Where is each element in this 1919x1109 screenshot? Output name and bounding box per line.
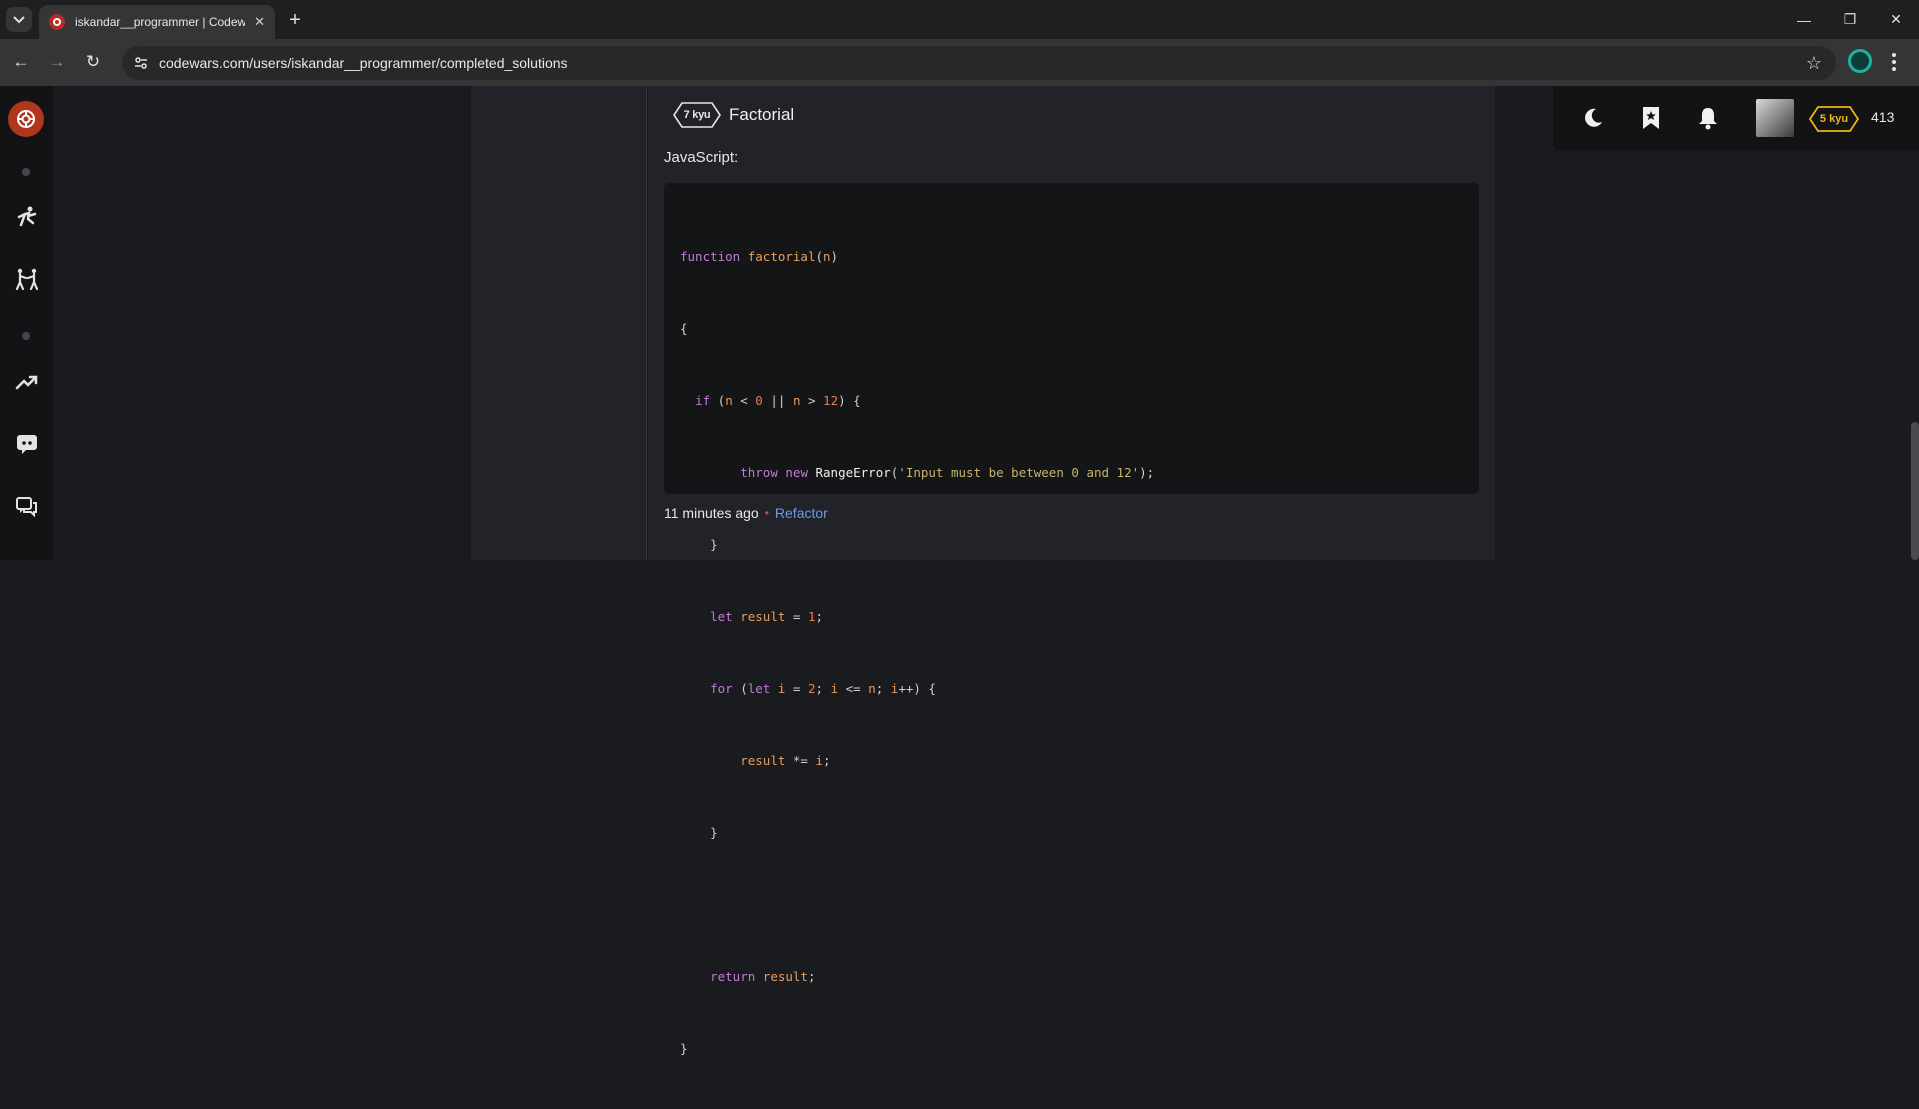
address-bar[interactable]: codewars.com/users/iskandar__programmer/… (122, 46, 1836, 80)
notifications-bell-icon[interactable] (1694, 104, 1722, 132)
code-block: function factorial(n) { if (n < 0 || n >… (664, 183, 1479, 1056)
page: 7 kyu Factorial JavaScript: function fac… (0, 86, 1919, 1056)
sidebar-separator-dot (22, 332, 30, 340)
tab-search-button[interactable] (6, 7, 32, 32)
bookmark-icon[interactable] (1637, 104, 1665, 132)
discussion-icon[interactable] (13, 493, 41, 521)
kyu-badge: 7 kyu (673, 102, 721, 128)
dojo-icon[interactable] (13, 265, 41, 293)
separator-dot: • (764, 506, 769, 520)
honor-points: 413 (1871, 109, 1895, 125)
tab-close-icon[interactable]: ✕ (254, 14, 265, 30)
solution-panel: 7 kyu Factorial JavaScript: function fac… (648, 86, 1495, 1056)
code-line: } (680, 1041, 688, 1056)
sidebar-separator-dot (22, 168, 30, 176)
practice-icon[interactable] (13, 203, 41, 231)
bookmark-star-icon[interactable]: ☆ (1806, 53, 1822, 74)
close-window-button[interactable]: ✕ (1873, 0, 1919, 39)
avatar[interactable] (1756, 99, 1794, 137)
code-line: throw new RangeError('Input must be betw… (740, 465, 1155, 480)
browser-toolbar: ← → ↻ codewars.com/users/iskandar__progr… (0, 39, 1919, 86)
site-info-icon[interactable] (131, 53, 151, 73)
codewars-sidebar (0, 86, 53, 560)
user-top-nav: 5 kyu 413 (1553, 86, 1919, 150)
code-line: let result = 1; (710, 609, 824, 624)
code-line: return result; (710, 969, 816, 984)
url-text: codewars.com/users/iskandar__programmer/… (159, 55, 568, 71)
refactor-link[interactable]: Refactor (775, 505, 828, 521)
kyu-label: 7 kyu (683, 109, 711, 121)
kata-title-link[interactable]: Factorial (729, 105, 794, 125)
user-rank-label: 5 kyu (1819, 113, 1849, 125)
left-pane (53, 86, 471, 560)
user-rank-badge: 5 kyu (1809, 106, 1859, 132)
chevron-down-icon (13, 15, 25, 23)
leaderboard-trending-icon[interactable] (13, 368, 41, 396)
page-scrollbar[interactable] (1911, 422, 1919, 560)
browser-tab-bar: iskandar__programmer | Codewars ✕ + — ❐ … (0, 0, 1919, 39)
solution-footer: 11 minutes ago • Refactor (664, 505, 828, 521)
tab-title: iskandar__programmer | Codewars (75, 15, 245, 29)
code-line: if (n < 0 || n > 12) { (695, 393, 861, 408)
language-label: JavaScript: (664, 149, 739, 166)
solution-time: 11 minutes ago (664, 505, 759, 521)
extension-icon[interactable] (1848, 49, 1872, 73)
code-line: result *= i; (740, 753, 831, 768)
forward-button[interactable]: → (44, 49, 70, 75)
code-line: for (let i = 2; i <= n; i++) { (710, 681, 936, 696)
back-button[interactable]: ← (8, 49, 34, 75)
reload-button[interactable]: ↻ (80, 49, 106, 75)
codewars-favicon-icon (49, 14, 65, 30)
code-line: { (680, 321, 688, 336)
browser-tab-active[interactable]: iskandar__programmer | Codewars ✕ (39, 5, 275, 39)
dark-mode-moon-icon[interactable] (1579, 104, 1607, 132)
new-tab-button[interactable]: + (282, 7, 308, 33)
restore-button[interactable]: ❐ (1827, 0, 1873, 39)
minimize-button[interactable]: — (1781, 0, 1827, 39)
browser-menu-icon[interactable] (1884, 50, 1904, 74)
kata-header: 7 kyu Factorial (673, 102, 794, 128)
code-line: } (680, 537, 718, 552)
code-line: } (680, 825, 718, 840)
right-pane (1495, 86, 1919, 560)
code-line: function factorial(n) (680, 249, 839, 264)
profile-nav-pane (471, 86, 647, 560)
codewars-logo-icon[interactable] (8, 101, 44, 137)
discord-icon[interactable] (13, 430, 41, 458)
